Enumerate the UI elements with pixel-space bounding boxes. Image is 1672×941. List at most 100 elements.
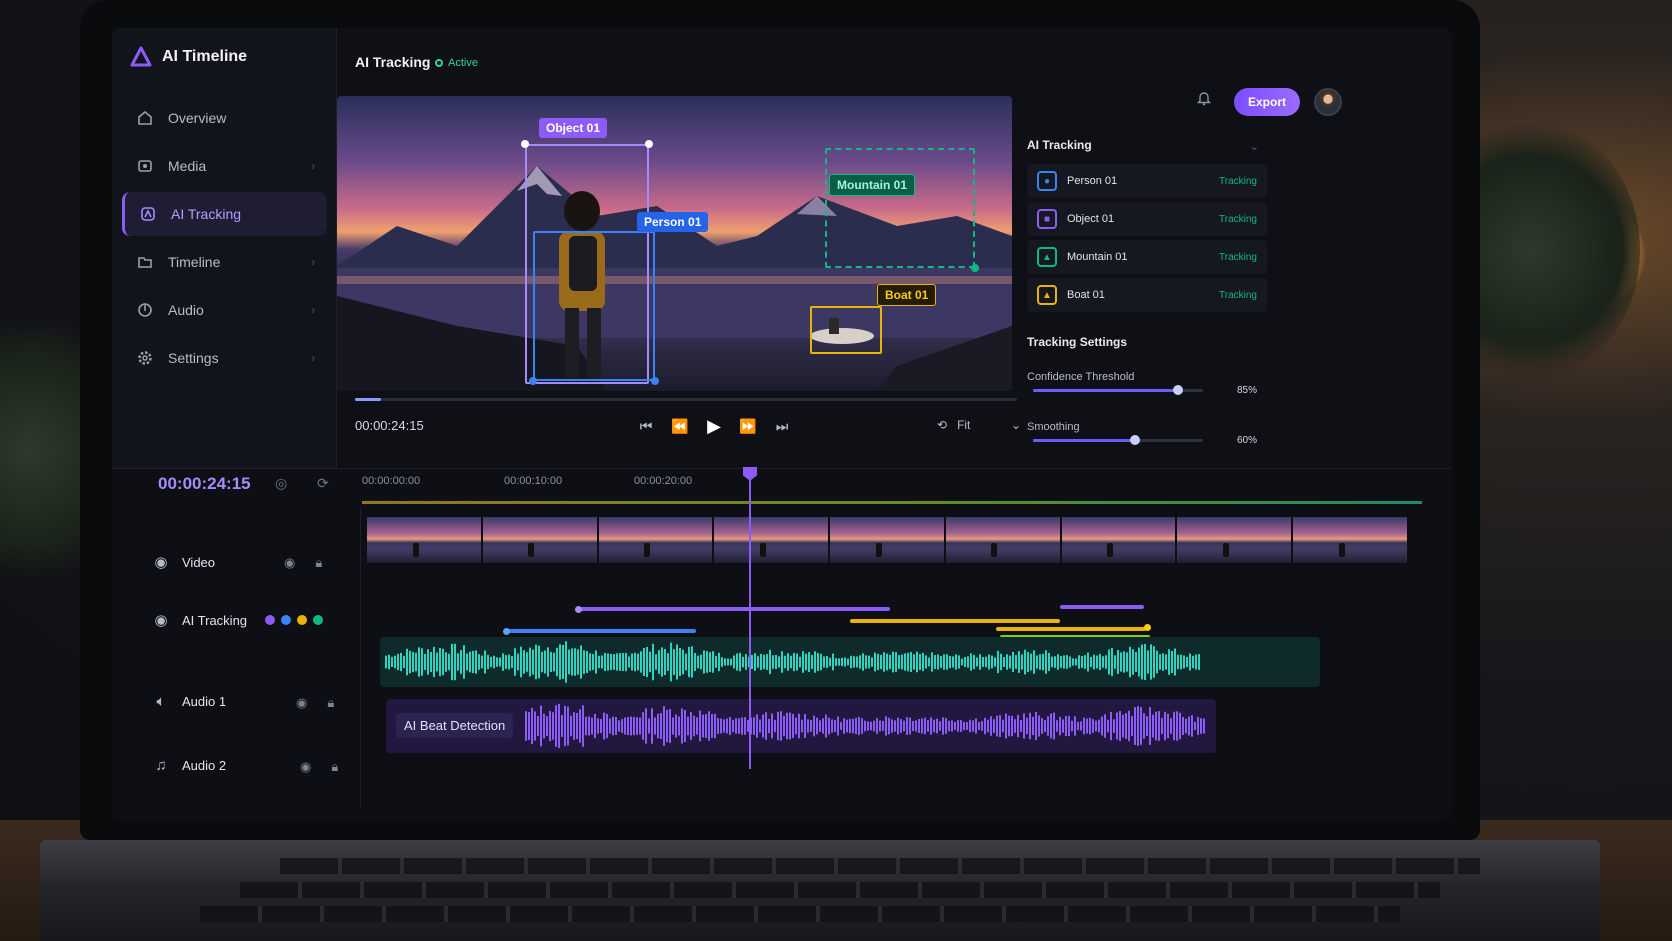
boat-bounding-box[interactable] [810,306,882,354]
skip-end-icon[interactable]: ⏭ [773,418,791,435]
tracking-status: Tracking [1219,251,1257,263]
slider-fill [1033,389,1178,392]
avatar[interactable] [1314,88,1342,116]
play-icon[interactable]: ▶ [705,416,723,437]
audio2-track-header: ♫ Audio 2 [152,757,226,774]
lane-divider [360,507,361,807]
eye-icon[interactable]: ◉ [152,553,170,571]
tracking-segment-person[interactable] [506,629,696,633]
audio1-track-header: 🔈︎ Audio 1 [152,693,226,710]
video-thumbnail [1061,517,1176,563]
confidence-slider[interactable] [1033,385,1203,395]
ai-tracking-track-header: ◉ AI Tracking [152,611,324,629]
setting-label: Smoothing [1027,421,1080,433]
track-name: Audio 2 [182,758,227,773]
folder-icon [136,253,154,271]
ruler-tick: 00:00:10:00 [504,475,563,487]
person-bounding-box[interactable] [533,231,655,381]
resize-handle[interactable] [529,377,537,385]
audio1-track-toggles: ◉ 🔒︎ [296,695,334,711]
video-thumbnail [367,517,481,563]
lock-icon[interactable]: 🔒︎ [315,555,322,571]
sidebar: AI Timeline Overview Media › AI Tracking… [112,28,337,468]
track-name: Video [182,554,216,570]
list-item[interactable]: ▲ Boat 01 Tracking [1027,278,1267,312]
sidebar-item-media[interactable]: Media › [122,144,327,188]
step-forward-icon[interactable]: ⏩ [739,418,757,435]
chevron-right-icon: › [311,303,315,317]
tracking-status: Tracking [1219,289,1257,301]
laptop-keyboard [40,840,1600,941]
timeline-panel: 00:00:24:15 ◎ ⟳ 00:00:00:00 00:00:10:00 … [112,467,1452,820]
list-item[interactable]: ▲ Mountain 01 Tracking [1027,240,1267,274]
sidebar-item-label: Settings [168,350,219,366]
video-preview[interactable]: Object 01 Person 01 Mountain 01 Boat 01 [337,96,1012,391]
keyframe-dot[interactable] [503,628,510,635]
tracking-segment-object[interactable] [578,607,890,611]
audio2-track-toggles: ◉ 🔒︎ [300,759,338,775]
video-track-toggles: ◉ 🔒︎ [284,555,322,571]
video-thumbnail [1177,517,1292,563]
brand[interactable]: AI Timeline [130,46,247,68]
color-dot [265,615,276,625]
tracking-segment-boat[interactable] [996,627,1146,631]
keyframe-dot[interactable] [1144,624,1151,631]
chevron-right-icon: › [311,159,315,173]
ai-tracking-icon [139,205,157,223]
tracking-segment-object[interactable] [1060,605,1144,609]
export-button[interactable]: Export [1234,88,1300,116]
smoothing-setting: Smoothing 60% [1027,417,1267,451]
video-thumbnail [945,517,1060,563]
video-clip-strip[interactable] [367,517,1408,563]
loop-icon[interactable]: ⟲ [937,418,947,432]
keyframe-dot[interactable] [575,606,582,613]
ruler-tick: 00:00:00:00 [362,475,421,487]
video-thumbnail [598,517,713,563]
slider-thumb[interactable] [1130,435,1140,445]
fit-select[interactable]: Fit ⌄ [957,418,1021,432]
list-item[interactable]: ■ Object 01 Tracking [1027,202,1267,236]
audio1-waveform[interactable] [380,637,1320,687]
audio2-waveform[interactable]: AI Beat Detection [386,699,1216,753]
resize-handle[interactable] [971,264,979,272]
sidebar-item-ai-tracking[interactable]: AI Tracking [122,192,327,236]
sidebar-item-overview[interactable]: Overview [122,96,327,140]
playhead[interactable] [749,469,751,769]
tracked-name: Person 01 [1067,175,1118,187]
smoothing-slider[interactable] [1033,435,1203,445]
mountain-bounding-box[interactable] [825,148,975,268]
eye-icon[interactable]: ◉ [152,611,170,629]
track-name: AI Tracking [182,612,248,628]
bell-icon[interactable] [1196,90,1212,111]
timeline-current-time: 00:00:24:15 [158,474,251,493]
eye-icon[interactable]: ◉ [284,555,295,571]
step-back-icon[interactable]: ⏪ [671,418,689,435]
app-screen: AI Timeline Overview Media › AI Tracking… [112,28,1452,820]
resize-handle[interactable] [521,140,529,148]
resize-handle[interactable] [645,140,653,148]
time-ruler[interactable]: 00:00:00:00 00:00:10:00 00:00:20:00 [362,475,1422,495]
chevron-down-icon[interactable]: ⌄ [1250,140,1259,153]
confidence-setting: Confidence Threshold 85% [1027,367,1267,401]
track-name: Audio 1 [182,694,227,709]
slider-thumb[interactable] [1172,385,1183,395]
resize-handle[interactable] [651,377,659,385]
snap-icon[interactable]: ◎ [275,475,287,492]
playback-progress[interactable] [355,398,1017,401]
chevron-down-icon: ⌄ [1011,418,1022,432]
skip-start-icon[interactable]: ⏮ [637,418,655,435]
tracked-name: Mountain 01 [1067,251,1128,263]
list-item[interactable]: ● Person 01 Tracking [1027,164,1267,198]
tracking-segment-boat[interactable] [850,619,1060,623]
beat-detection-chip[interactable]: AI Beat Detection [396,713,514,738]
lock-icon[interactable]: 🔒︎ [331,759,338,775]
eye-icon[interactable]: ◉ [296,695,307,711]
boat-label: Boat 01 [877,284,937,306]
sync-icon[interactable]: ⟳ [317,475,329,492]
lock-icon[interactable]: 🔒︎ [327,695,334,711]
color-dot [281,615,292,625]
sidebar-item-settings[interactable]: Settings › [122,336,327,380]
eye-icon[interactable]: ◉ [300,759,311,775]
sidebar-item-timeline[interactable]: Timeline › [122,240,327,284]
sidebar-item-audio[interactable]: Audio › [122,288,327,332]
